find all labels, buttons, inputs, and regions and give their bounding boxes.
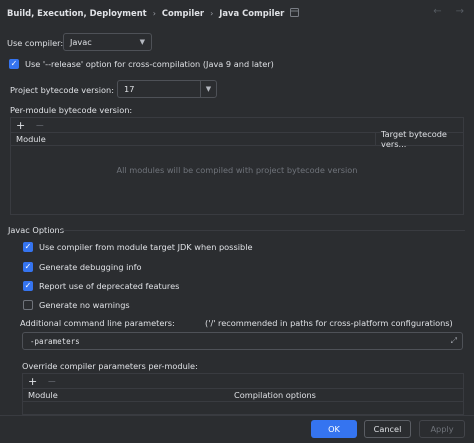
override-header: Module Compilation options (23, 388, 463, 402)
forward-arrow-icon[interactable]: → (456, 6, 464, 17)
bytecode-version-combo[interactable]: 17 ▼ (117, 80, 217, 98)
breadcrumb-item-java-compiler: Java Compiler (219, 8, 285, 18)
deprecated-label[interactable]: Report use of deprecated features (39, 281, 179, 291)
release-option-checkbox[interactable]: ✓ (9, 59, 19, 69)
breadcrumb: Build, Execution, Deployment › Compiler … (7, 7, 300, 19)
column-target-bytecode[interactable]: Target bytecode vers... (375, 129, 463, 149)
per-module-header: Module Target bytecode vers... (11, 129, 463, 149)
breadcrumb-item-build[interactable]: Build, Execution, Deployment (7, 8, 147, 18)
no-warnings-checkbox[interactable] (23, 300, 33, 310)
module-jdk-label[interactable]: Use compiler from module target JDK when… (39, 242, 253, 252)
deprecated-checkbox[interactable]: ✓ (23, 281, 33, 291)
javac-options-title: Javac Options (8, 225, 64, 235)
module-jdk-checkbox[interactable]: ✓ (23, 242, 33, 252)
empty-table-text: All modules will be compiled with projec… (116, 165, 358, 175)
chevron-down-icon: ▼ (139, 38, 145, 46)
layout-icon[interactable] (290, 7, 300, 19)
chevron-right-icon: › (210, 8, 214, 18)
javac-option-row: Generate no warnings (23, 299, 130, 311)
back-arrow-icon[interactable]: ← (433, 6, 441, 17)
javac-option-row: ✓ Use compiler from module target JDK wh… (23, 241, 253, 253)
additional-params-value: -parameters (30, 336, 80, 346)
chevron-right-icon: › (152, 8, 156, 18)
column-module[interactable]: Module (11, 133, 375, 145)
compiler-dropdown[interactable]: Javac ▼ (63, 33, 152, 51)
javac-option-row: ✓ Generate debugging info (23, 261, 141, 273)
history-nav: ← → (433, 6, 464, 17)
breadcrumb-item-compiler[interactable]: Compiler (162, 8, 204, 18)
compiler-label: Use compiler: (7, 38, 64, 48)
column-compilation-options[interactable]: Compilation options (229, 389, 463, 401)
bytecode-version-value: 17 (124, 84, 135, 94)
expand-icon[interactable]: ⤢ (451, 336, 457, 346)
remove-icon[interactable]: − (35, 119, 44, 132)
bytecode-label: Project bytecode version: (10, 85, 114, 95)
per-module-label: Per-module bytecode version: (10, 105, 133, 115)
chevron-down-icon[interactable]: ▼ (200, 81, 216, 97)
additional-params-hint: ('/' recommended in paths for cross-plat… (205, 318, 453, 328)
release-option-row: ✓ Use '--release' option for cross-compi… (9, 58, 274, 70)
javac-option-row: ✓ Report use of deprecated features (23, 280, 179, 292)
compiler-value: Javac (70, 37, 92, 47)
override-params-table: + − Module Compilation options (22, 373, 464, 415)
debug-info-label[interactable]: Generate debugging info (39, 262, 141, 272)
apply-button[interactable]: Apply (419, 420, 465, 438)
debug-info-checkbox[interactable]: ✓ (23, 262, 33, 272)
dialog-footer: OK Cancel Apply (0, 415, 474, 443)
cancel-button[interactable]: Cancel (364, 420, 411, 438)
per-module-table: + − Module Target bytecode vers... All m… (10, 117, 464, 215)
override-params-label: Override compiler parameters per-module: (22, 361, 198, 371)
remove-icon[interactable]: − (47, 375, 56, 388)
add-icon[interactable]: + (16, 119, 25, 132)
additional-params-input[interactable]: -parameters ⤢ (22, 332, 463, 350)
no-warnings-label[interactable]: Generate no warnings (39, 300, 130, 310)
override-toolbar: + − (23, 374, 463, 388)
release-option-label[interactable]: Use '--release' option for cross-compila… (25, 59, 274, 69)
add-icon[interactable]: + (28, 375, 37, 388)
section-divider (60, 230, 465, 231)
column-module[interactable]: Module (23, 389, 229, 401)
ok-button[interactable]: OK (311, 420, 357, 438)
additional-params-label: Additional command line parameters: (20, 318, 175, 328)
